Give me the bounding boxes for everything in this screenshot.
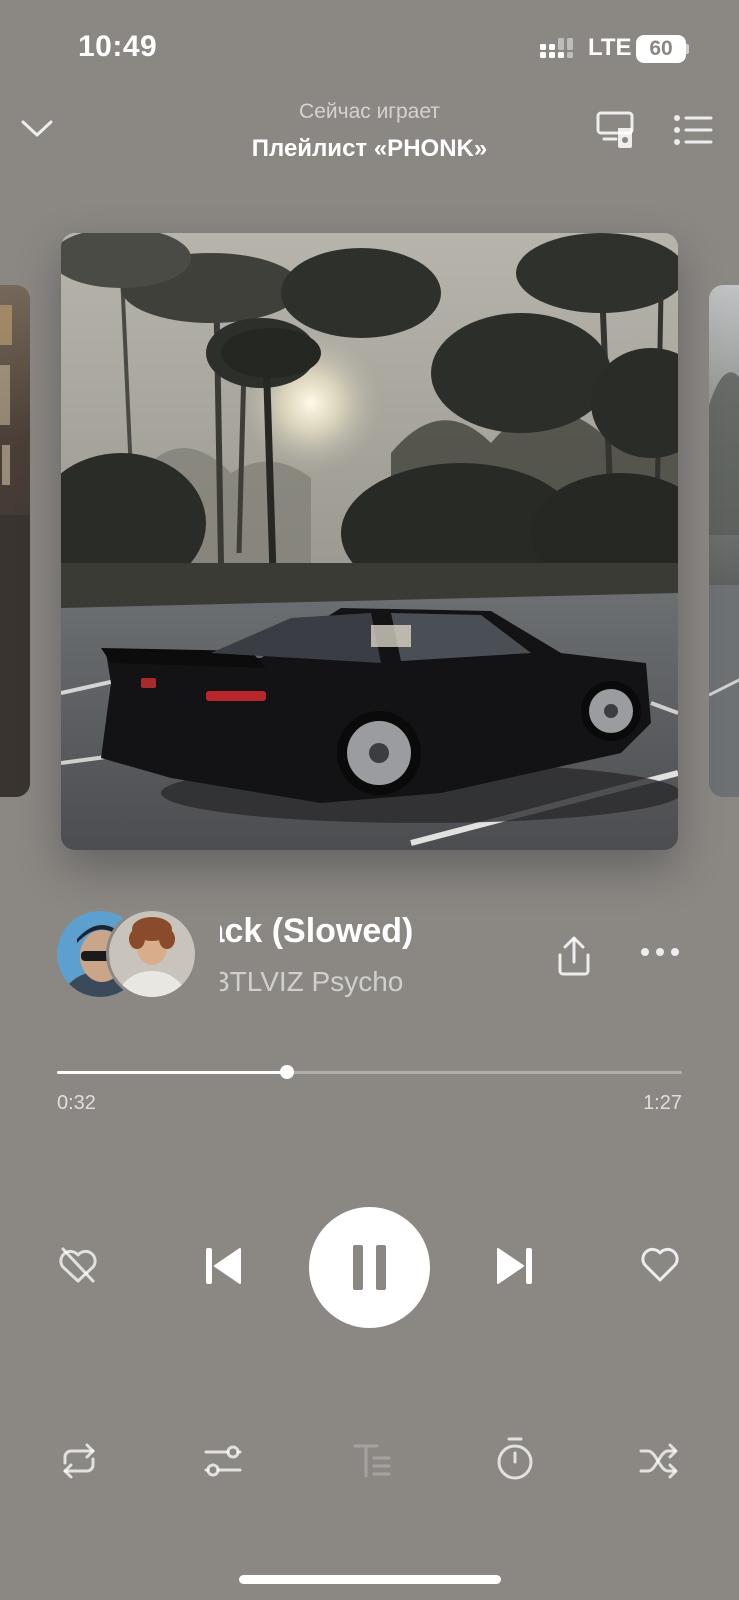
battery-indicator: 60 — [636, 35, 686, 63]
signal-icon — [540, 38, 576, 60]
skip-previous-icon[interactable] — [204, 1245, 244, 1287]
pause-button[interactable] — [309, 1207, 430, 1328]
sleep-timer-icon[interactable] — [495, 1436, 535, 1482]
track-title: ng Back (Slowed) — [220, 912, 414, 950]
home-indicator[interactable] — [239, 1575, 501, 1584]
progress-fill — [57, 1071, 287, 1074]
heart-icon[interactable] — [640, 1247, 680, 1283]
elapsed-time: 0:32 — [57, 1092, 96, 1114]
lyrics-icon — [352, 1441, 392, 1481]
album-artwork — [61, 233, 678, 850]
track-artists: ya, SH3TLVIZ Psycho — [220, 966, 404, 997]
dislike-icon[interactable] — [57, 1245, 99, 1285]
skip-next-icon[interactable] — [494, 1245, 534, 1287]
artist-avatar[interactable] — [106, 908, 198, 1000]
repeat-icon[interactable] — [59, 1441, 99, 1481]
battery-nub — [686, 44, 689, 54]
share-icon[interactable] — [556, 935, 592, 977]
previous-track-artwork[interactable] — [0, 285, 30, 797]
status-time: 10:49 — [78, 30, 158, 63]
progress-knob[interactable] — [280, 1065, 294, 1079]
sliders-icon[interactable] — [203, 1441, 243, 1481]
queue-list-icon[interactable] — [673, 113, 713, 147]
track-info[interactable]: ng Back (Slowed) ya, SH3TLVIZ Psycho — [220, 912, 532, 1012]
more-dots-icon[interactable] — [640, 946, 680, 958]
pause-icon — [353, 1245, 386, 1290]
device-output-icon[interactable] — [596, 110, 636, 150]
next-track-artwork[interactable] — [709, 285, 739, 797]
shuffle-icon[interactable] — [638, 1441, 680, 1481]
total-time: 1:27 — [643, 1092, 682, 1114]
network-label: LTE — [588, 34, 632, 61]
